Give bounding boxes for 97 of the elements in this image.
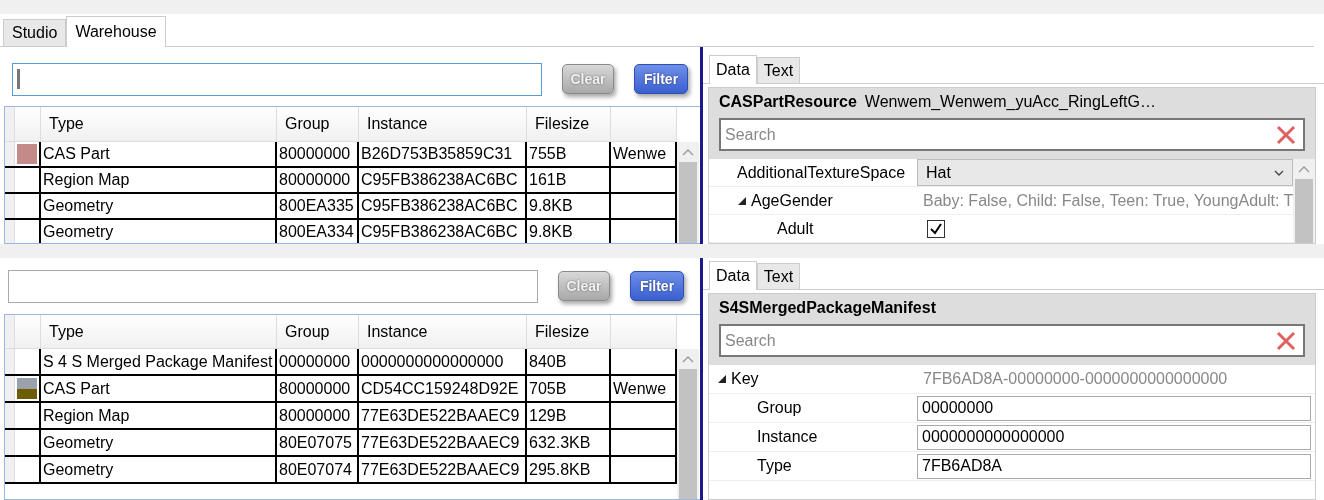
row-header [5,168,15,192]
tab[interactable]: Text [756,263,801,289]
property-name: Key [731,370,759,388]
table-cell: 80000000 [277,403,359,428]
table-row[interactable]: Region Map 80000000 C95FB386238AC6BC 161B [5,168,677,194]
scroll-thumb[interactable] [679,369,697,499]
table-cell: 705B [527,376,611,401]
table-cell: C95FB386238AC6BC [359,194,527,218]
table-cell: 800EA335 [277,194,359,218]
table-cell: 9.8KB [527,194,611,218]
value-field[interactable]: 00000000 [917,395,1311,421]
text-caret [17,69,20,89]
table-cell: B26D753B35859C31 [359,142,527,166]
close-icon[interactable] [1275,124,1297,146]
checkbox[interactable] [927,219,945,238]
filter-button[interactable]: Filter [630,271,684,301]
column-header[interactable]: Group [277,315,359,348]
tab[interactable]: Studio [3,19,67,46]
property-value: 7FB6AD8A-00000000-0000000000000000 [922,370,1228,388]
table-cell: 80E07075 [277,430,359,455]
table-row[interactable]: Geometry 80E07074 77E63DE522BAAEC9 295.8KB [5,457,677,484]
table-cell: Geometry [41,194,277,218]
table-cell: 80000000 [277,376,359,401]
row-header [5,403,15,428]
column-header[interactable]: Group [277,107,359,141]
filter-field[interactable] [8,269,538,303]
property-name: Instance [757,428,818,446]
table-row[interactable]: CAS Part 80000000 CD54CC159248D92E 705B Wenwe [5,376,677,403]
scroll-thumb[interactable] [1295,179,1313,243]
table-cell: 80000000 [277,142,359,166]
table-cell: 0000000000000000 [359,349,527,374]
property-name: AdditionalTextureSpace [737,163,906,182]
table-row[interactable]: CAS Part 80000000 B26D753B35859C31 755B Wenwe [5,142,677,168]
expanded-triangle-icon[interactable] [737,195,747,206]
tab[interactable]: Data [709,261,757,290]
scrollbar[interactable] [677,349,699,499]
table-row[interactable]: Geometry 800EA334 C95FB386238AC6BC 9.8KB [5,220,677,243]
resource-name: Wenwem_Wenwem_yuAcc_RingLeftG… [864,93,1156,111]
tab[interactable]: Text [756,57,801,83]
column-header[interactable]: Filesize [527,315,611,348]
table-cell: 161B [527,168,611,192]
table-cell: S 4 S Merged Package Manifest [41,349,277,374]
column-header[interactable]: Type [41,315,277,348]
property-name: Adult [777,219,814,238]
chevron-down-icon [1274,168,1284,177]
table-row[interactable]: Region Map 80000000 77E63DE522BAAEC9 129B [5,403,677,430]
table-cell: Geometry [41,430,277,455]
scroll-thumb[interactable] [679,162,697,243]
close-icon[interactable] [1275,330,1297,352]
resource-title: S4SMergedPackageManifest [719,299,936,317]
table-cell: 77E63DE522BAAEC9 [359,457,527,482]
table-cell: CD54CC159248D92E [359,376,527,401]
filter-button[interactable]: Filter [634,64,688,94]
table-cell: 129B [527,403,611,428]
column-header[interactable]: Type [41,107,277,141]
filter-field[interactable] [12,62,542,96]
table-cell: 755B [527,142,611,166]
property-name: AgeGender [751,191,833,210]
column-header[interactable]: Instance [359,107,527,141]
table-row[interactable]: S 4 S Merged Package Manifest 00000000 0000000000000000 840B [5,349,677,376]
property-name: Group [757,399,802,417]
table-cell: Region Map [41,403,277,428]
table-cell: CAS Part [41,376,277,401]
value-field[interactable]: 7FB6AD8A [917,453,1311,479]
table-cell: 80000000 [277,168,359,192]
table-cell: CAS Part [41,142,277,166]
property-value: Baby: False, Child: False, Teen: True, YoungAdult: T [922,191,1293,210]
table-cell: C95FB386238AC6BC [359,168,527,192]
dropdown[interactable]: Hat [917,159,1293,186]
table-cell: Region Map [41,168,277,192]
column-header[interactable]: Instance [359,315,527,348]
row-header [5,430,15,455]
table-cell: 840B [527,349,611,374]
table-cell: 80E07074 [277,457,359,482]
table-cell: Geometry [41,457,277,482]
column-header[interactable]: Filesize [527,107,611,141]
table-cell: 77E63DE522BAAEC9 [359,403,527,428]
table-cell: 295.8KB [527,457,611,482]
table-row[interactable]: Geometry 80E07075 77E63DE522BAAEC9 632.3KB [5,430,677,457]
row-header [5,194,15,218]
property-name: Type [757,457,792,475]
tab[interactable]: Warehouse [66,16,166,47]
row-header [5,220,15,243]
table-cell: 77E63DE522BAAEC9 [359,430,527,455]
scrollbar[interactable] [1293,159,1315,243]
table-row[interactable]: Geometry 800EA335 C95FB386238AC6BC 9.8KB [5,194,677,220]
value-field[interactable]: 0000000000000000 [917,424,1311,450]
scrollbar[interactable] [677,142,699,243]
search-field[interactable]: Search [719,324,1305,357]
table-cell: 632.3KB [527,430,611,455]
tab[interactable]: Data [709,55,757,84]
resource-title: CASPartResource [719,93,857,111]
table-cell: 00000000 [277,349,359,374]
expanded-triangle-icon[interactable] [717,374,727,384]
search-field[interactable]: Search [719,118,1305,151]
row-header [5,457,15,482]
row-header [5,376,15,401]
